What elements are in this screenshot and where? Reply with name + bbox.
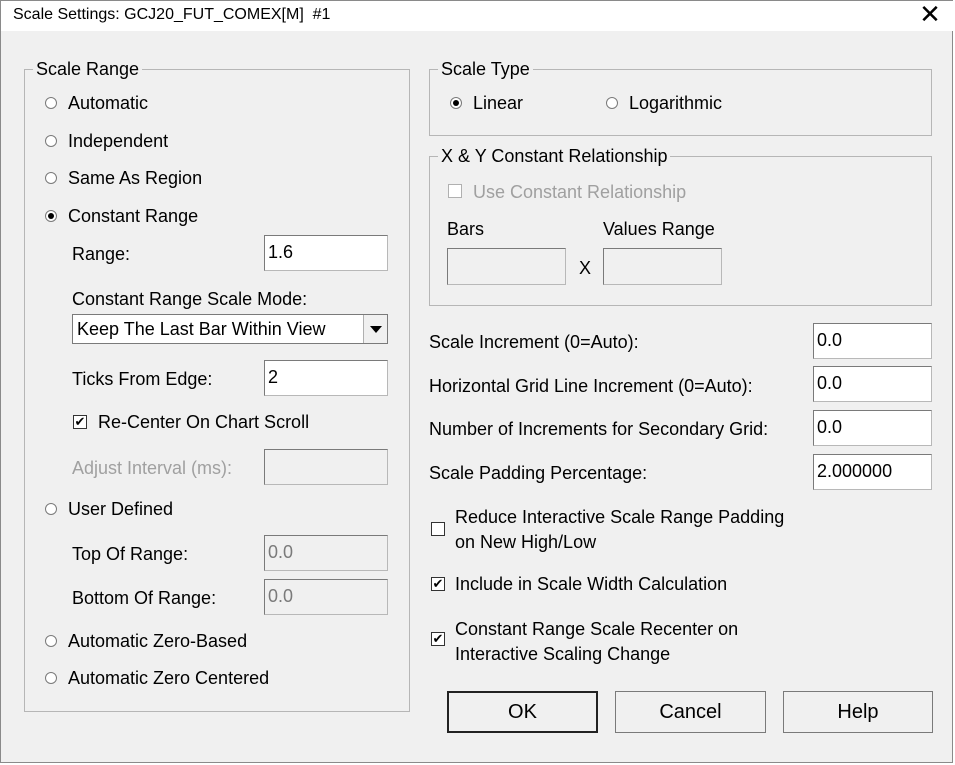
recenter-on-scroll-checkbox[interactable]: ✔ [73,415,87,429]
range-input[interactable]: 1.6 [264,235,388,271]
chevron-down-icon[interactable] [363,315,387,343]
radio-automatic-zero-based-label[interactable]: Automatic Zero-Based [68,630,247,652]
include-scale-width-checkbox[interactable]: ✔ [431,577,445,591]
ticks-from-edge-label: Ticks From Edge: [72,369,213,389]
bottom-of-range-input[interactable]: 0.0 [264,579,388,615]
bars-input[interactable] [447,248,566,285]
scale-mode-label: Constant Range Scale Mode: [72,289,308,309]
radio-user-defined[interactable] [45,503,57,515]
secondary-grid-increments-label: Number of Increments for Secondary Grid: [429,419,769,439]
scale-type-legend: Scale Type [438,58,533,80]
scale-settings-dialog: Scale Settings: GCJ20_FUT_COMEX[M] #1 ✕ … [0,0,954,763]
radio-independent-label[interactable]: Independent [68,130,168,152]
include-scale-width-label[interactable]: Include in Scale Width Calculation [455,573,727,595]
radio-independent[interactable] [45,135,57,147]
radio-automatic[interactable] [45,97,57,109]
scale-padding-input[interactable]: 2.000000 [813,454,932,490]
radio-constant-range[interactable] [45,210,57,222]
scale-increment-input[interactable]: 0.0 [813,323,932,359]
reduce-padding-label-line1[interactable]: Reduce Interactive Scale Range Padding [455,506,784,528]
secondary-grid-increments-input[interactable]: 0.0 [813,410,932,446]
scale-mode-value: Keep The Last Bar Within View [77,319,326,339]
close-icon[interactable]: ✕ [914,1,946,29]
use-constant-relationship-checkbox[interactable] [448,184,462,198]
top-of-range-input[interactable]: 0.0 [264,535,388,571]
values-range-input[interactable] [603,248,722,285]
radio-constant-range-label[interactable]: Constant Range [68,205,198,227]
range-label: Range: [72,244,131,264]
recenter-interactive-checkbox[interactable]: ✔ [431,632,445,646]
horizontal-grid-increment-label: Horizontal Grid Line Increment (0=Auto): [429,376,753,396]
recenter-interactive-label-line1[interactable]: Constant Range Scale Recenter on [455,618,738,640]
recenter-on-scroll-label[interactable]: Re-Center On Chart Scroll [98,411,309,433]
multiply-x-label: X [579,258,592,278]
adjust-interval-input[interactable] [264,449,388,485]
recenter-interactive-label-line2[interactable]: Interactive Scaling Change [455,643,670,665]
scale-range-legend: Scale Range [33,58,143,80]
radio-logarithmic[interactable] [606,97,618,109]
cancel-button[interactable]: Cancel [615,691,766,733]
ticks-from-edge-input[interactable]: 2 [264,360,388,396]
ok-button[interactable]: OK [447,691,598,733]
radio-same-as-region[interactable] [45,172,57,184]
radio-logarithmic-label[interactable]: Logarithmic [629,92,722,114]
reduce-padding-checkbox[interactable] [431,522,445,536]
help-button[interactable]: Help [783,691,933,733]
radio-linear[interactable] [450,97,462,109]
use-constant-relationship-label[interactable]: Use Constant Relationship [473,181,686,203]
radio-linear-label[interactable]: Linear [473,92,523,114]
radio-automatic-zero-based[interactable] [45,635,57,647]
xy-relationship-legend: X & Y Constant Relationship [438,145,671,167]
bottom-of-range-label: Bottom Of Range: [72,588,217,608]
radio-automatic-zero-centered-label[interactable]: Automatic Zero Centered [68,667,269,689]
radio-automatic-label[interactable]: Automatic [68,92,148,114]
bars-label: Bars [447,219,485,239]
radio-same-as-region-label[interactable]: Same As Region [68,167,202,189]
reduce-padding-label-line2[interactable]: on New High/Low [455,531,596,553]
title-bar: Scale Settings: GCJ20_FUT_COMEX[M] #1 ✕ [1,1,954,31]
scale-increment-label: Scale Increment (0=Auto): [429,332,639,352]
scale-mode-dropdown[interactable]: Keep The Last Bar Within View [72,314,388,344]
radio-automatic-zero-centered[interactable] [45,672,57,684]
scale-padding-label: Scale Padding Percentage: [429,463,648,483]
adjust-interval-label: Adjust Interval (ms): [72,458,233,478]
window-title: Scale Settings: GCJ20_FUT_COMEX[M] #1 [13,6,331,23]
radio-user-defined-label[interactable]: User Defined [68,498,173,520]
horizontal-grid-increment-input[interactable]: 0.0 [813,366,932,402]
values-range-label: Values Range [603,219,715,239]
top-of-range-label: Top Of Range: [72,544,189,564]
